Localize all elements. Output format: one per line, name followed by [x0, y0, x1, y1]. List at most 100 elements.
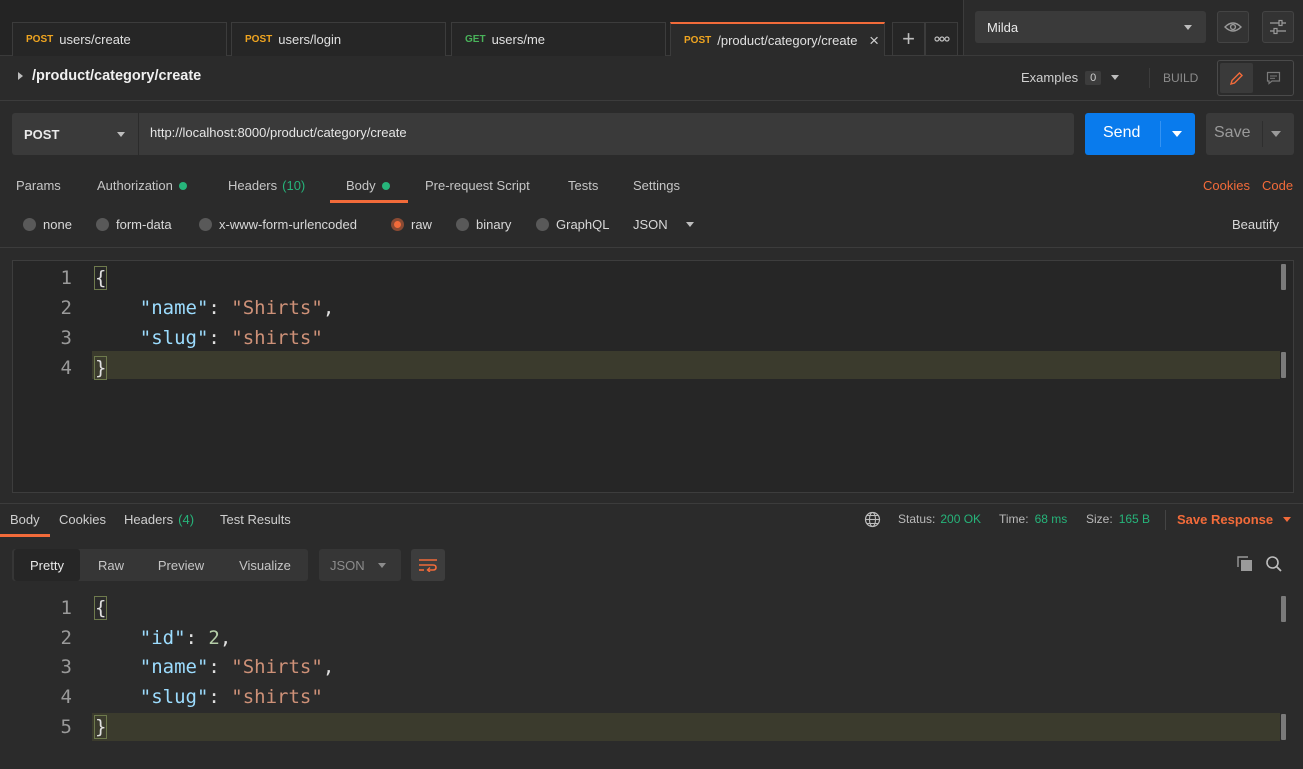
status-label: Status:	[898, 512, 936, 526]
send-button[interactable]: Send	[1085, 113, 1195, 155]
response-tab-headers[interactable]: Headers (4)	[124, 512, 194, 527]
radio-label: binary	[476, 217, 512, 232]
link-label: Code	[1262, 178, 1294, 193]
radio-x-www-form-urlencoded[interactable]: x-www-form-urlencoded	[199, 217, 357, 232]
button-divider	[1262, 121, 1263, 147]
radio-raw[interactable]: raw	[391, 217, 432, 232]
headers-count: (10)	[282, 178, 306, 193]
response-tab-test-results[interactable]: Test Results	[220, 512, 291, 527]
tab-label: Test Results	[220, 512, 291, 527]
tab-headers[interactable]: Headers (10)	[228, 178, 305, 193]
view-raw[interactable]: Raw	[84, 549, 138, 581]
active-tab-underline	[0, 534, 50, 537]
save-response-dropdown[interactable]: Save Response	[1177, 512, 1292, 527]
section-divider	[0, 100, 1303, 101]
active-tab-underline	[330, 200, 408, 203]
view-label: Preview	[157, 557, 205, 573]
method-label: POST	[245, 34, 273, 45]
view-preview[interactable]: Preview	[144, 549, 218, 581]
beautify-link[interactable]: Beautify	[1232, 217, 1279, 232]
format-label: JSON	[330, 557, 365, 573]
active-indicator-dot	[381, 181, 390, 190]
cookies-link[interactable]: Cookies	[1203, 178, 1250, 193]
json-key: "id"	[139, 626, 186, 649]
copy-icon[interactable]	[1236, 555, 1254, 576]
close-tab-icon[interactable]: ×	[869, 31, 879, 51]
response-code[interactable]: { "id": 2, "name": "Shirts", "slug": "sh…	[94, 594, 334, 743]
radio-binary[interactable]: binary	[456, 217, 511, 232]
json-key: "name"	[139, 656, 209, 679]
more-tabs-icon[interactable]	[925, 22, 958, 56]
globe-icon[interactable]	[864, 511, 881, 531]
line-number: 2	[60, 297, 72, 319]
radio-label: GraphQL	[556, 217, 610, 232]
url-input[interactable]: http://localhost:8000/product/category/c…	[150, 125, 407, 140]
line-number: 3	[60, 327, 72, 349]
radio-none[interactable]: none	[23, 217, 72, 232]
response-scrollbar[interactable]	[1281, 596, 1286, 622]
close-brace: }	[94, 356, 108, 380]
wrap-lines-icon[interactable]	[411, 549, 445, 581]
view-label: Raw	[97, 557, 124, 573]
code-line: "name": "Shirts",	[139, 297, 335, 319]
tab-users-login[interactable]: POST users/login	[231, 22, 446, 56]
radio-form-data[interactable]: form-data	[96, 217, 172, 232]
request-name[interactable]: /product/category/create	[18, 68, 201, 84]
response-format-select[interactable]: JSON	[319, 549, 401, 581]
radio-graphql[interactable]: GraphQL	[536, 217, 609, 232]
view-visualize[interactable]: Visualize	[224, 549, 306, 581]
examples-dropdown[interactable]: Examples 0	[1021, 70, 1120, 85]
environment-select[interactable]: Milda	[975, 11, 1206, 43]
caret-right-icon[interactable]	[18, 72, 23, 80]
tab-users-me[interactable]: GET users/me	[451, 22, 666, 56]
time-label: Time:	[999, 512, 1029, 526]
json-value: "shirts"	[231, 686, 323, 709]
tab-path: users/create	[59, 32, 131, 47]
tab-label: Body	[10, 512, 40, 527]
method-label: POST	[26, 34, 54, 45]
body-format-select[interactable]: JSON	[633, 217, 694, 232]
save-response-label: Save Response	[1177, 512, 1274, 527]
examples-count-badge: 0	[1085, 70, 1102, 85]
radio-circle-icon	[23, 218, 36, 231]
save-options-chevron-icon[interactable]	[1271, 131, 1281, 137]
save-button[interactable]: Save	[1206, 113, 1294, 155]
code-line: "id": 2,	[139, 626, 232, 649]
edit-pencil-icon[interactable]	[1220, 63, 1253, 93]
tab-pre-request-script[interactable]: Pre-request Script	[425, 178, 530, 193]
tab-settings[interactable]: Settings	[633, 178, 680, 193]
code-link[interactable]: Code	[1262, 178, 1293, 193]
tab-body[interactable]: Body	[346, 178, 390, 193]
request-title: /product/category/create	[32, 68, 202, 84]
tab-label: Headers	[228, 178, 278, 193]
tab-label: Authorization	[97, 178, 173, 193]
line-number: 1	[60, 597, 72, 619]
comments-icon[interactable]	[1258, 63, 1288, 93]
send-options-chevron-icon[interactable]	[1172, 131, 1182, 137]
method-select[interactable]: POST	[12, 113, 139, 155]
radio-selected-icon	[391, 218, 404, 231]
build-label: BUILD	[1163, 71, 1199, 85]
environment-quick-look-eye-icon[interactable]	[1217, 11, 1249, 43]
tab-authorization[interactable]: Authorization	[97, 178, 187, 193]
tab-params[interactable]: Params	[16, 178, 61, 193]
response-tab-cookies[interactable]: Cookies	[59, 512, 106, 527]
view-label: Pretty	[30, 557, 64, 573]
manage-environments-sliders-icon[interactable]	[1262, 11, 1294, 43]
tab-path: users/login	[278, 32, 342, 47]
tab-path: /product/category/create	[717, 32, 858, 48]
view-pretty[interactable]: Pretty	[14, 549, 80, 581]
response-tab-body[interactable]: Body	[10, 512, 40, 527]
radio-circle-icon	[536, 218, 549, 231]
radio-label: none	[43, 217, 72, 232]
new-tab-plus-icon[interactable]: +	[892, 22, 925, 56]
status-value: 200 OK	[940, 512, 982, 526]
search-icon[interactable]	[1265, 555, 1283, 576]
editor-scrollbar[interactable]	[1281, 264, 1286, 290]
radio-circle-icon	[199, 218, 212, 231]
tab-users-create[interactable]: POST users/create	[12, 22, 227, 56]
tab-tests[interactable]: Tests	[568, 178, 598, 193]
response-scroll-marker	[1281, 714, 1286, 740]
request-code[interactable]: { "name": "Shirts", "slug": "shirts" }	[94, 263, 334, 383]
tab-product-category-create[interactable]: POST /product/category/create ×	[670, 22, 885, 56]
